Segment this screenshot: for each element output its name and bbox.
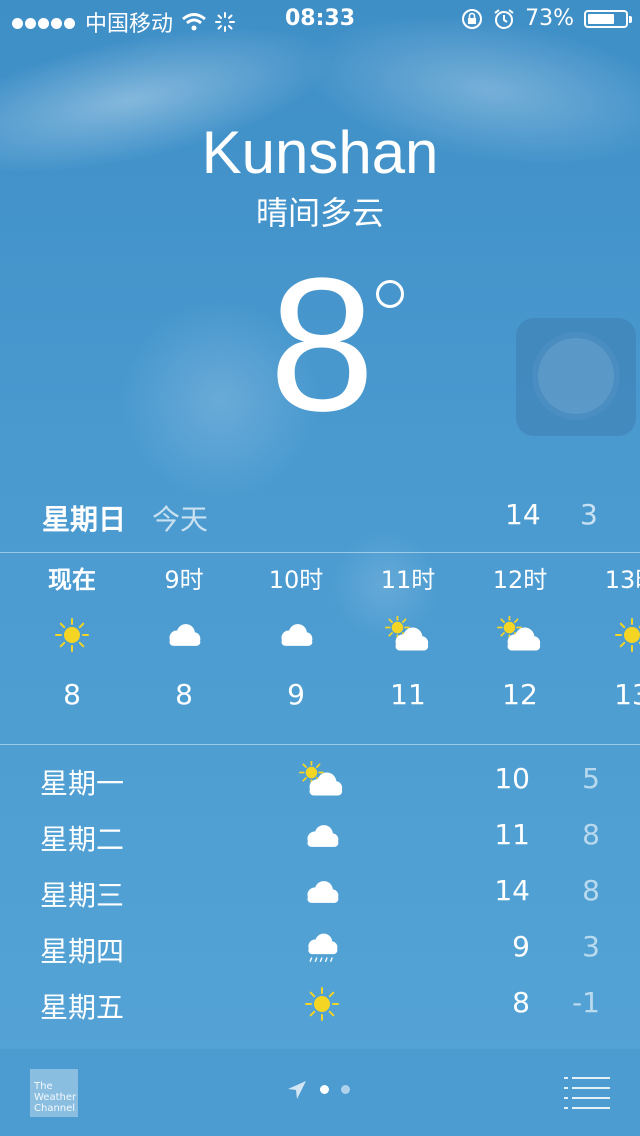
hour-item: 9时 8 — [129, 560, 239, 720]
day-high: 8 — [512, 986, 530, 1019]
status-bar: 中国移动 08:33 73% — [0, 0, 640, 40]
day-low: 8 — [582, 818, 600, 851]
hour-item: 11时 11 — [353, 560, 463, 720]
weather-condition: 晴间多云 — [255, 194, 384, 232]
hour-item: 13时 13 — [577, 560, 640, 720]
hour-time: 13时 — [604, 566, 640, 594]
page-dot — [320, 1085, 329, 1094]
today-low: 3 — [580, 498, 598, 531]
partly-cloudy-icon — [296, 756, 348, 804]
divider — [0, 552, 640, 553]
today-high: 14 — [505, 498, 541, 531]
sun-icon — [296, 980, 348, 1028]
assistive-touch-button[interactable] — [516, 318, 636, 436]
sun-icon — [577, 600, 640, 670]
day-name: 星期一 — [40, 767, 125, 800]
list-item: 星期五 8 -1 — [0, 980, 640, 1036]
list-item: 星期二 11 8 — [0, 812, 640, 868]
day-name: 星期三 — [40, 879, 125, 912]
bottom-toolbar: The Weather Channel — [0, 1049, 640, 1136]
day-name: 星期四 — [40, 935, 125, 968]
alarm-icon — [494, 8, 514, 29]
day-high: 11 — [494, 818, 530, 851]
battery-icon — [584, 9, 632, 28]
hour-temp: 8 — [175, 678, 193, 711]
partly-cloudy-icon — [465, 600, 575, 670]
location-arrow-icon — [288, 1081, 306, 1099]
battery-percent: 73% — [525, 6, 574, 31]
cloud-icon — [129, 600, 239, 670]
day-high: 14 — [494, 874, 530, 907]
rain-icon — [296, 924, 348, 972]
list-item: 星期四 9 3 — [0, 924, 640, 980]
cloud-icon — [241, 600, 351, 670]
list-item: 星期一 10 5 — [0, 756, 640, 812]
hour-item: 10时 9 — [241, 560, 351, 720]
hour-temp: 11 — [390, 678, 426, 711]
page-dot — [341, 1085, 350, 1094]
degree-symbol — [376, 280, 404, 308]
today-day: 星期日 — [42, 503, 127, 536]
hour-time: 11时 — [380, 566, 436, 594]
weather-channel-logo[interactable]: The Weather Channel — [30, 1069, 78, 1117]
day-low: -1 — [572, 986, 600, 1019]
hour-time: 9时 — [164, 566, 204, 594]
day-high: 10 — [494, 762, 530, 795]
day-low: 3 — [582, 930, 600, 963]
day-name: 星期五 — [40, 991, 125, 1024]
hour-temp: 9 — [287, 678, 305, 711]
hour-time: 现在 — [48, 566, 96, 594]
list-item: 星期三 14 8 — [0, 868, 640, 924]
hour-item: 12时 12 — [465, 560, 575, 720]
today-summary: 星期日 今天 14 3 — [0, 498, 640, 538]
divider — [0, 744, 640, 745]
today-label: 今天 — [152, 503, 209, 536]
day-high: 9 — [512, 930, 530, 963]
hourly-forecast[interactable]: 现在 8 9时 8 10时 9 11时 11 12时 12 13时 13 — [0, 560, 640, 740]
rotation-lock-icon — [462, 8, 483, 29]
page-indicator[interactable] — [320, 1085, 350, 1094]
sun-icon — [17, 600, 127, 670]
hour-temp: 8 — [63, 678, 81, 711]
hour-time: 10时 — [268, 566, 324, 594]
partly-cloudy-icon — [353, 600, 463, 670]
cloud-icon — [296, 868, 348, 916]
cloud-icon — [296, 812, 348, 860]
hour-time: 12时 — [492, 566, 548, 594]
hour-temp: 13 — [614, 678, 640, 711]
hour-temp: 12 — [502, 678, 538, 711]
city-name: Kunshan — [201, 119, 439, 186]
list-icon[interactable] — [564, 1075, 610, 1109]
day-low: 5 — [582, 762, 600, 795]
day-name: 星期二 — [40, 823, 125, 856]
day-low: 8 — [582, 874, 600, 907]
hour-item: 现在 8 — [17, 560, 127, 720]
